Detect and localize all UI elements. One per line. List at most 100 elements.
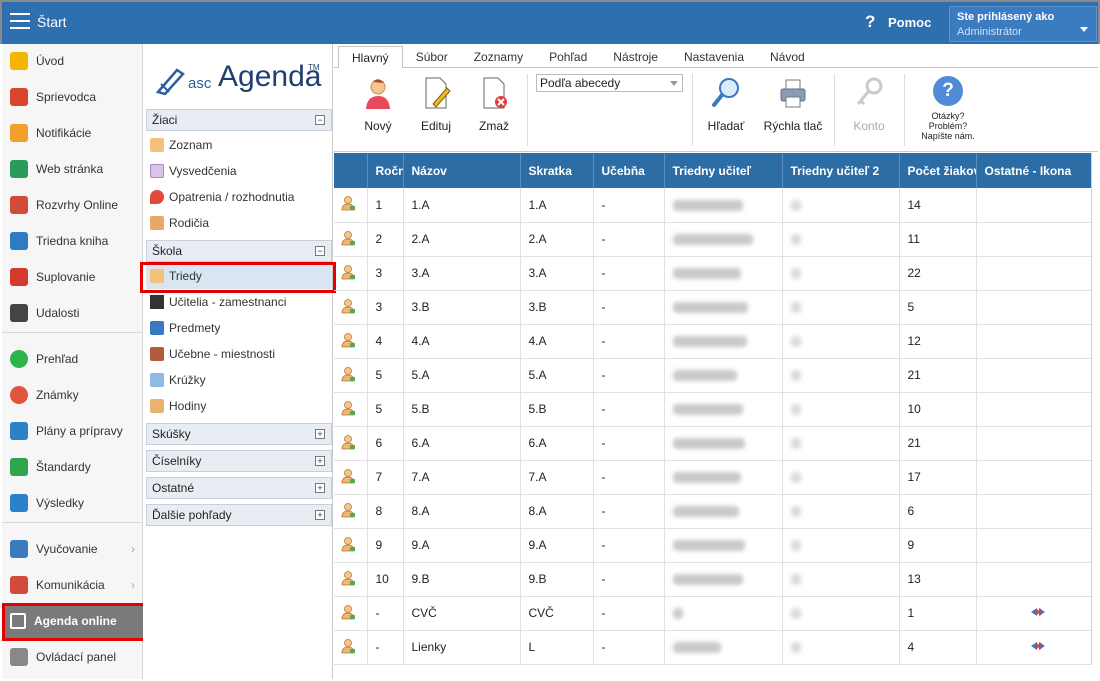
row-icon-cell[interactable] [334, 460, 368, 495]
table-row[interactable]: 3 3.B 3.B -5 [334, 290, 1092, 325]
sidebar-item-web-str-nka[interactable]: Web stránka [2, 152, 143, 186]
subnav-item-rodicia[interactable]: Rodičia [146, 210, 332, 236]
table-row[interactable]: 4 4.A 4.A -12 [334, 324, 1092, 359]
new-button[interactable]: Nový [350, 76, 406, 146]
row-icon-cell[interactable] [334, 290, 368, 325]
user-menu[interactable]: Ste prihlásený ako Administrátor [949, 6, 1097, 42]
row-icon-cell[interactable] [334, 596, 368, 631]
expand-icon[interactable]: + [315, 429, 325, 439]
row-icon-cell[interactable] [334, 562, 368, 597]
tab-subor[interactable]: Súbor [403, 46, 461, 68]
column-header-ostatne-ikona[interactable]: Ostatné - Ikona [976, 153, 1092, 188]
collapse-icon[interactable]: − [315, 246, 325, 256]
cell-ucebna: - [593, 256, 665, 291]
subnav-item-kruzky[interactable]: Krúžky [146, 367, 332, 393]
table-row[interactable]: 5 5.B 5.B -10 [334, 392, 1092, 427]
column-header-nazov[interactable]: Názov [403, 153, 521, 188]
tab-pohlad[interactable]: Pohľad [536, 46, 600, 68]
parents-icon [150, 216, 164, 230]
sidebar-item-ovl-dac-panel[interactable]: Ovládací panel [2, 640, 143, 674]
tab-zoznamy[interactable]: Zoznamy [461, 46, 536, 68]
table-row[interactable]: - Lienky L -4 [334, 630, 1092, 665]
section-skola[interactable]: Škola − [146, 240, 332, 262]
sidebar-item-sprievodca[interactable]: Sprievodca [2, 80, 143, 114]
sidebar-item-pl-ny-a-pr-pravy[interactable]: Plány a prípravy [2, 414, 143, 448]
subnav-item-vysvedcenia[interactable]: Vysvedčenia [146, 158, 332, 184]
account-button[interactable]: Konto [841, 76, 897, 146]
row-icon-cell[interactable] [334, 426, 368, 461]
subnav-item-zoznam[interactable]: Zoznam [146, 132, 332, 158]
column-header-icon[interactable] [334, 153, 368, 188]
sidebar-item-vyu-ovanie[interactable]: Vyučovanie › [2, 532, 143, 566]
table-row[interactable]: - CVČ CVČ -1 [334, 596, 1092, 631]
hamburger-menu-icon[interactable] [10, 13, 30, 31]
agenda-sidebar: asc Agenda TM Žiaci − Zoznam Vysvedčenia… [143, 44, 333, 679]
row-icon-cell[interactable] [334, 222, 368, 257]
column-header-triedny-ucitel-2[interactable]: Triedny učiteľ 2 [782, 153, 900, 188]
row-icon-cell[interactable] [334, 256, 368, 291]
search-button[interactable]: Hľadať [698, 76, 754, 146]
chevron-down-icon[interactable] [1080, 27, 1088, 32]
sidebar-item-udalosti[interactable]: Udalosti [2, 296, 143, 330]
row-icon-cell[interactable] [334, 188, 368, 223]
collapse-icon[interactable]: − [315, 115, 325, 125]
sidebar-item-triedna-kniha[interactable]: Triedna kniha [2, 224, 143, 258]
expand-icon[interactable]: + [315, 456, 325, 466]
help-link[interactable]: Pomoc [888, 15, 931, 30]
column-header-skratka[interactable]: Skratka [520, 153, 594, 188]
subnav-item-opatrenia[interactable]: Opatrenia / rozhodnutia [146, 184, 332, 210]
row-icon-cell[interactable] [334, 494, 368, 529]
delete-button[interactable]: Zmaž [466, 76, 522, 146]
row-icon-cell[interactable] [334, 324, 368, 359]
tab-nastroje[interactable]: Nástroje [600, 46, 671, 68]
column-header-ucebna[interactable]: Učebňa [593, 153, 665, 188]
tab-navod[interactable]: Návod [757, 46, 818, 68]
sidebar-item-komunik-cia[interactable]: Komunikácia › [2, 568, 143, 602]
sidebar-item-suplovanie[interactable]: Suplovanie [2, 260, 143, 294]
subnav-item-ucebne[interactable]: Učebne - miestnosti [146, 341, 332, 367]
sidebar-item--vod[interactable]: Úvod [2, 44, 143, 78]
table-row[interactable]: 3 3.A 3.A -22 [334, 256, 1092, 291]
section-ostatne[interactable]: Ostatné + [146, 477, 332, 499]
sidebar-item--tandardy[interactable]: Štandardy [2, 450, 143, 484]
quick-print-button[interactable]: Rýchla tlač [760, 76, 826, 146]
expand-icon[interactable]: + [315, 510, 325, 520]
table-row[interactable]: 9 9.A 9.A -9 [334, 528, 1092, 563]
table-row[interactable]: 2 2.A 2.A -11 [334, 222, 1092, 257]
subnav-item-hodiny[interactable]: Hodiny [146, 393, 332, 419]
start-title[interactable]: Štart [37, 14, 67, 30]
table-row[interactable]: 1 1.A 1.A -14 [334, 188, 1092, 223]
row-icon-cell[interactable] [334, 358, 368, 393]
help-icon[interactable]: ? [865, 12, 875, 32]
table-row[interactable]: 10 9.B 9.B -13 [334, 562, 1092, 597]
contact-help-button[interactable]: ? Otázky? Problém? Napíšte nám. [918, 76, 978, 141]
section-dalsie-pohlady[interactable]: Ďalšie pohľady + [146, 504, 332, 526]
tab-nastavenia[interactable]: Nastavenia [671, 46, 757, 68]
column-header-triedny-ucitel[interactable]: Triedny učiteľ [664, 153, 783, 188]
sidebar-item-notifik-cie[interactable]: Notifikácie [2, 116, 143, 150]
row-icon-cell[interactable] [334, 528, 368, 563]
table-row[interactable]: 7 7.A 7.A -17 [334, 460, 1092, 495]
table-row[interactable]: 5 5.A 5.A -21 [334, 358, 1092, 393]
sidebar-item-zn-mky[interactable]: Známky [2, 378, 143, 412]
sort-dropdown[interactable]: Podľa abecedy [536, 74, 683, 92]
sidebar-item-rozvrhy-online[interactable]: Rozvrhy Online [2, 188, 143, 222]
tab-hlavny[interactable]: Hlavný [338, 46, 403, 69]
sidebar-item-preh-ad[interactable]: Prehľad [2, 342, 143, 376]
row-icon-cell[interactable] [334, 392, 368, 427]
table-row[interactable]: 6 6.A 6.A -21 [334, 426, 1092, 461]
row-icon-cell[interactable] [334, 630, 368, 665]
section-skusky-label: Skúšky [152, 427, 191, 441]
table-row[interactable]: 8 8.A 8.A -6 [334, 494, 1092, 529]
edit-button[interactable]: Edituj [408, 76, 464, 146]
sidebar-item-v-sledky[interactable]: Výsledky [2, 486, 143, 520]
chevron-down-icon[interactable] [670, 81, 678, 86]
expand-icon[interactable]: + [315, 483, 325, 493]
column-header-pocet-ziakov[interactable]: Počet žiakov [899, 153, 977, 188]
section-skusky[interactable]: Skúšky + [146, 423, 332, 445]
section-ziaci[interactable]: Žiaci − [146, 109, 332, 131]
column-header-rocnik[interactable]: Ročník [367, 153, 404, 188]
section-ciselniky[interactable]: Číselníky + [146, 450, 332, 472]
table-scrollbar[interactable] [1091, 153, 1098, 665]
subnav-item-predmety[interactable]: Predmety [146, 315, 332, 341]
